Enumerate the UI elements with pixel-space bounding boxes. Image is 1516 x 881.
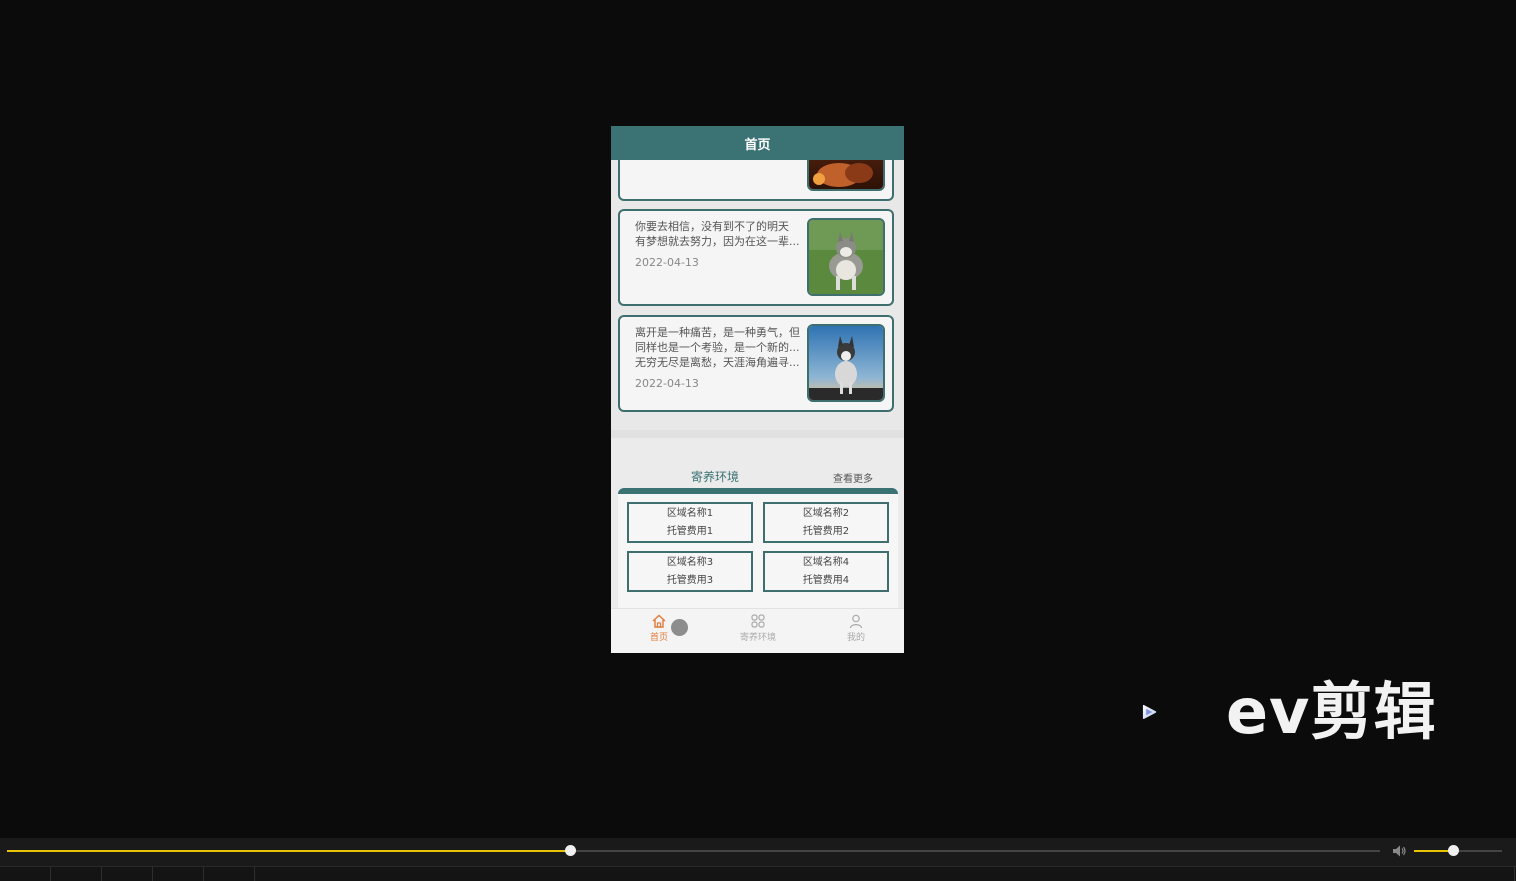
news-thumbnail <box>807 324 885 402</box>
ev-play-logo-icon <box>1142 704 1157 719</box>
seek-handle[interactable] <box>564 845 576 856</box>
video-player-stage: 首页 你要去相信，没有到不了的明天 有梦想就去努力，因为在这一辈... 2022… <box>0 0 1516 881</box>
strip-cell <box>153 867 204 881</box>
home-icon <box>652 614 666 628</box>
volume-level <box>1414 850 1453 852</box>
news-card[interactable] <box>618 160 894 201</box>
news-line: 有梦想就去努力，因为在这一辈... <box>635 235 800 248</box>
area-card[interactable]: 区域名称3 托管费用3 <box>627 551 753 592</box>
news-line: 离开是一种痛苦，是一种勇气，但 <box>635 326 800 339</box>
husky-sunset-photo <box>809 326 883 400</box>
seek-bar[interactable] <box>7 845 1380 856</box>
page-title: 首页 <box>611 126 904 160</box>
tab-label: 首页 <box>649 633 668 643</box>
section-divider <box>611 430 904 438</box>
news-thumbnail <box>807 160 885 191</box>
watermark-text: ev剪辑 <box>1226 675 1437 748</box>
strip-cell <box>1464 867 1515 881</box>
news-card[interactable]: 离开是一种痛苦，是一种勇气，但 同样也是一个考验，是一个新的... 无穷无尽是离… <box>618 315 894 412</box>
tab-label: 寄养环境 <box>739 633 776 643</box>
news-line: 无穷无尽是离愁，天涯海角遍寻... <box>635 356 800 369</box>
area-card[interactable]: 区域名称4 托管费用4 <box>763 551 889 592</box>
strip-cell <box>102 867 153 881</box>
strip-cell <box>51 867 102 881</box>
news-card[interactable]: 你要去相信，没有到不了的明天 有梦想就去努力，因为在这一辈... 2022-04… <box>618 209 894 306</box>
section-title: 寄养环境 <box>691 470 740 484</box>
environment-section: 寄养环境 查看更多 区域名称1 托管费用1 区域名称2 托管费用2 区域名称3 … <box>611 438 904 612</box>
phone-screen: 首页 你要去相信，没有到不了的明天 有梦想就去努力，因为在这一辈... 2022… <box>611 126 904 653</box>
area-name: 区域名称3 <box>666 557 714 568</box>
touch-indicator <box>671 619 688 636</box>
news-line: 你要去相信，没有到不了的明天 <box>635 220 789 233</box>
news-line: 同样也是一个考验，是一个新的... <box>635 341 800 354</box>
area-fee: 托管费用1 <box>666 526 714 537</box>
news-date: 2022-04-13 <box>635 377 699 390</box>
user-icon <box>849 614 863 629</box>
view-more-link[interactable]: 查看更多 <box>833 470 873 485</box>
volume-handle[interactable] <box>1447 845 1459 856</box>
husky-grass-photo <box>809 220 883 294</box>
volume-slider[interactable] <box>1414 845 1502 856</box>
area-fee: 托管费用2 <box>802 526 850 537</box>
tab-environment[interactable]: 寄养环境 <box>718 613 798 643</box>
content-scroll-area[interactable]: 你要去相信，没有到不了的明天 有梦想就去努力，因为在这一辈... 2022-04… <box>611 160 904 612</box>
strip-cell <box>0 867 51 881</box>
tab-mine[interactable]: 我的 <box>816 613 896 643</box>
area-card[interactable]: 区域名称2 托管费用2 <box>763 502 889 543</box>
news-date: 2022-04-13 <box>635 256 699 269</box>
tab-label: 我的 <box>846 633 865 643</box>
area-fee: 托管费用4 <box>802 575 850 586</box>
area-name: 区域名称4 <box>802 557 850 568</box>
strip-cell <box>204 867 255 881</box>
bottom-strip <box>0 866 1516 881</box>
volume-icon[interactable] <box>1392 844 1408 858</box>
news-thumbnail <box>807 218 885 296</box>
area-card[interactable]: 区域名称1 托管费用1 <box>627 502 753 543</box>
news-summary: 你要去相信，没有到不了的明天 有梦想就去努力，因为在这一辈... 2022-04… <box>635 219 803 270</box>
area-fee: 托管费用3 <box>666 575 714 586</box>
area-name: 区域名称1 <box>666 508 714 519</box>
dog-fire-photo <box>809 160 883 189</box>
news-summary: 离开是一种痛苦，是一种勇气，但 同样也是一个考验，是一个新的... 无穷无尽是离… <box>635 325 803 391</box>
area-name: 区域名称2 <box>802 508 850 519</box>
environment-panel: 区域名称1 托管费用1 区域名称2 托管费用2 区域名称3 托管费用3 区域名称… <box>618 488 898 608</box>
bottom-tabbar: 首页 寄养环境 我的 <box>611 608 904 653</box>
grid-icon <box>751 614 765 628</box>
seek-played <box>7 850 570 852</box>
